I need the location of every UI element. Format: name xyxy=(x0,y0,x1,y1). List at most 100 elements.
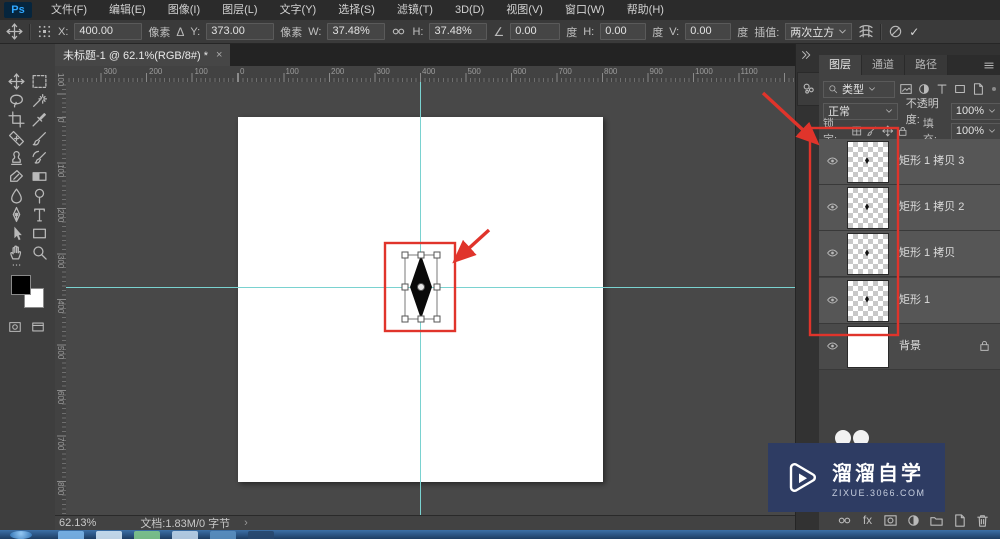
layer-visibility-eye-icon[interactable] xyxy=(824,155,841,167)
h-skew-input[interactable]: 0.00 xyxy=(600,23,647,40)
reference-point-icon[interactable] xyxy=(37,24,52,39)
menu-item[interactable]: 滤镜(T) xyxy=(386,0,444,20)
edit-toolbar-icon[interactable] xyxy=(8,260,25,270)
menu-item[interactable]: 选择(S) xyxy=(327,0,386,20)
panel-tab[interactable]: 图层 xyxy=(819,55,862,75)
magic-wand-tool[interactable] xyxy=(31,92,48,109)
layer-mask-icon[interactable] xyxy=(883,513,898,528)
document-tab[interactable]: 未标题-1 @ 62.1%(RGB/8#) * × xyxy=(55,44,231,66)
canvas-area[interactable] xyxy=(66,82,795,515)
clone-stamp-tool[interactable] xyxy=(8,149,25,166)
status-expander-icon[interactable]: › xyxy=(244,517,248,529)
eyedropper-tool[interactable] xyxy=(31,111,48,128)
filter-toggle-icon[interactable] xyxy=(989,84,999,94)
panel-menu-icon[interactable] xyxy=(982,60,996,71)
taskbar-app-icon[interactable] xyxy=(210,531,236,539)
menu-item[interactable]: 帮助(H) xyxy=(616,0,675,20)
layer-row[interactable]: 矩形 1 拷贝 3 xyxy=(819,139,1000,185)
fill-select[interactable]: 100% xyxy=(950,122,1000,140)
opacity-select[interactable]: 100% xyxy=(950,102,1000,120)
cancel-transform-icon[interactable] xyxy=(888,24,903,39)
layer-thumbnail[interactable] xyxy=(847,141,889,183)
adjustment-filter-icon[interactable] xyxy=(917,82,931,96)
layer-name[interactable]: 矩形 1 拷贝 xyxy=(899,231,955,276)
layer-name[interactable]: 矩形 1 xyxy=(899,278,930,323)
layer-visibility-eye-icon[interactable] xyxy=(824,294,841,306)
lasso-tool[interactable] xyxy=(8,92,25,109)
move-tool[interactable] xyxy=(8,73,25,90)
layer-row[interactable]: 矩形 1 拷贝 2 xyxy=(819,185,1000,232)
start-button[interactable] xyxy=(10,531,32,539)
menu-item[interactable]: 窗口(W) xyxy=(554,0,616,20)
screen-mode-icon[interactable] xyxy=(30,320,46,334)
collapsed-panel-group[interactable] xyxy=(797,72,821,106)
layer-visibility-eye-icon[interactable] xyxy=(824,340,841,352)
layer-name[interactable]: 矩形 1 拷贝 2 xyxy=(899,185,964,230)
link-dimensions-icon[interactable] xyxy=(391,24,406,39)
layer-row[interactable]: 背景 xyxy=(819,323,1000,370)
menu-item[interactable]: 图层(L) xyxy=(211,0,268,20)
taskbar-app-icon[interactable] xyxy=(134,531,160,539)
windows-taskbar[interactable] xyxy=(0,530,1000,539)
layer-visibility-eye-icon[interactable] xyxy=(824,201,841,213)
close-tab-icon[interactable]: × xyxy=(216,49,222,61)
smart-filter-icon[interactable] xyxy=(971,82,985,96)
delta-icon[interactable]: Δ xyxy=(176,26,184,38)
interpolation-select[interactable]: 两次立方 xyxy=(785,23,853,40)
shape-tool[interactable] xyxy=(31,225,48,242)
history-brush-tool[interactable] xyxy=(31,149,48,166)
warp-mode-icon[interactable] xyxy=(858,24,874,40)
blur-tool[interactable] xyxy=(8,187,25,204)
taskbar-app-icon[interactable] xyxy=(58,531,84,539)
delete-layer-icon[interactable] xyxy=(975,513,990,528)
menu-item[interactable]: 视图(V) xyxy=(495,0,554,20)
horizontal-ruler[interactable]: 300 200 100 0 100 200 300 400 500 600 70… xyxy=(66,66,795,83)
panel-tab[interactable]: 路径 xyxy=(905,55,948,75)
layer-effects-icon[interactable]: fx xyxy=(860,513,875,528)
adjustment-layer-icon[interactable] xyxy=(906,513,921,528)
v-skew-input[interactable]: 0.00 xyxy=(685,23,732,40)
layer-name[interactable]: 背景 xyxy=(899,324,921,369)
collapse-panels-icon[interactable] xyxy=(800,50,812,60)
panel-tab[interactable]: 通道 xyxy=(862,55,905,75)
foreground-color-swatch[interactable] xyxy=(11,275,31,295)
height-input[interactable]: 37.48% xyxy=(429,23,488,40)
crop-tool[interactable] xyxy=(8,111,25,128)
move-tool-preset-icon[interactable] xyxy=(6,23,23,40)
lock-transparent-icon[interactable] xyxy=(851,125,862,137)
y-input[interactable]: 373.00 xyxy=(206,23,275,40)
lock-pixels-icon[interactable] xyxy=(866,125,877,137)
path-select-tool[interactable] xyxy=(8,225,25,242)
filter-type-select[interactable]: 类型 xyxy=(823,80,895,98)
type-tool[interactable] xyxy=(31,206,48,223)
taskbar-app-icon[interactable] xyxy=(172,531,198,539)
layer-visibility-eye-icon[interactable] xyxy=(824,247,841,259)
menu-item[interactable]: 编辑(E) xyxy=(98,0,157,20)
link-layers-icon[interactable] xyxy=(837,513,852,528)
layer-thumbnail[interactable] xyxy=(847,279,889,322)
layer-group-icon[interactable] xyxy=(929,513,944,528)
brush-tool[interactable] xyxy=(31,130,48,147)
healing-brush-tool[interactable] xyxy=(8,130,25,147)
type-filter-icon[interactable] xyxy=(935,82,949,96)
lock-position-icon[interactable] xyxy=(882,125,894,137)
layer-thumbnail[interactable] xyxy=(847,325,889,368)
dodge-tool[interactable] xyxy=(31,187,48,204)
layer-name[interactable]: 矩形 1 拷贝 3 xyxy=(899,139,964,184)
menu-item[interactable]: 文字(Y) xyxy=(269,0,328,20)
eraser-tool[interactable] xyxy=(8,168,25,185)
layer-row[interactable]: 矩形 1 xyxy=(819,277,1000,324)
taskbar-app-icon[interactable] xyxy=(96,531,122,539)
shape-filter-icon[interactable] xyxy=(953,82,967,96)
quick-mask-icon[interactable] xyxy=(7,320,23,334)
hand-tool[interactable] xyxy=(8,244,25,261)
layer-thumbnail[interactable] xyxy=(847,233,889,276)
commit-transform-icon[interactable]: ✓ xyxy=(909,26,919,38)
menu-item[interactable]: 文件(F) xyxy=(40,0,98,20)
rotation-input[interactable]: 0.00 xyxy=(510,23,561,40)
new-layer-icon[interactable] xyxy=(952,513,967,528)
zoom-level[interactable]: 62.13% xyxy=(59,517,96,529)
taskbar-app-icon[interactable] xyxy=(248,531,274,539)
lock-all-icon[interactable] xyxy=(897,125,908,137)
marquee-tool[interactable] xyxy=(31,73,48,90)
